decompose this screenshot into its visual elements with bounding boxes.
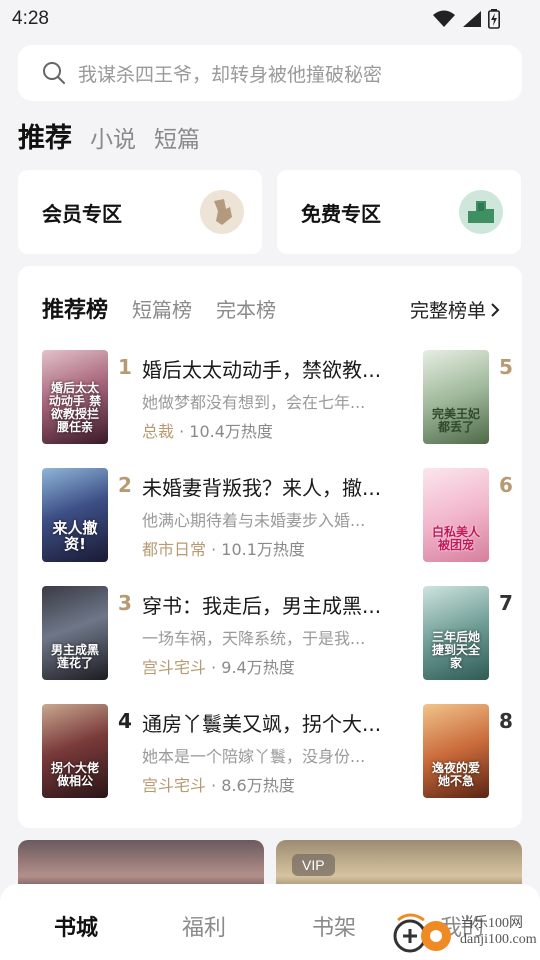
tab-recommend[interactable]: 推荐 [18,116,72,155]
book-cover-title: 婚后太太动动手 禁欲教授拦腰任亲 [48,381,102,434]
book-tag[interactable]: 总裁 [142,422,174,441]
chevron-right-icon [491,302,500,317]
free-zone-card[interactable]: 免费专区 [277,170,521,254]
search-bar[interactable]: 我谋杀四王爷，却转身被他撞破秘密 [18,45,522,101]
book-tag[interactable]: 都市日常 [142,540,206,559]
book-heat: 10.1万热度 [221,540,305,559]
book-item[interactable]: 婚后太太动动手 禁欲教授拦腰任亲 1 婚后太太动动手，禁欲教... 她做梦都没有… [42,350,422,446]
status-time: 4:28 [12,8,49,29]
book-meta: 都市日常 · 10.1万热度 [142,540,305,559]
rank-tab-finished[interactable]: 完本榜 [216,294,276,323]
book-cover-title: 完美王妃都丢了 [431,407,480,434]
book-rank: 2 [118,473,132,497]
book-cover-title: 拐个大佬做相公 [50,761,99,788]
book-cover[interactable]: 逸夜的爱她不急 [423,704,489,798]
book-cover[interactable]: 男主成黑莲花了 [42,586,108,680]
book-item[interactable]: 拐个大佬做相公 4 通房丫鬟美又飒，拐个大... 她本是一个陪嫁丫鬟，没身份..… [42,704,422,800]
watermark: 当乐100网 danji100.com [390,912,540,956]
tab-novel[interactable]: 小说 [90,120,136,154]
battery-icon [488,9,500,29]
book-title: 未婚妻背叛我？来人，撤... [142,476,382,500]
free-zone-label: 免费专区 [301,201,381,226]
book-tag[interactable]: 宫斗宅斗 [142,776,206,795]
book-rank: 4 [118,709,132,733]
book-heat: 9.4万热度 [221,658,295,677]
book-cover-title: 男主成黑莲花了 [50,643,99,670]
book-meta: 宫斗宅斗 · 8.6万热度 [142,776,295,795]
search-input[interactable]: 我谋杀四王爷，却转身被他撞破秘密 [78,60,382,87]
member-icon [200,190,244,234]
book-meta: 宫斗宅斗 · 9.4万热度 [142,658,295,677]
book-item[interactable]: 男主成黑莲花了 3 穿书：我走后，男主成黑... 一场车祸，天降系统，于是我..… [42,586,422,682]
book-cover-title: 逸夜的爱她不急 [431,761,480,788]
watermark-logo-icon [393,913,451,953]
book-heat: 8.6万热度 [221,776,295,795]
member-zone-label: 会员专区 [42,201,122,226]
book-rank: 8 [499,709,513,733]
book-title: 婚后太太动动手，禁欲教... [142,358,382,382]
ranking-card: 推荐榜 短篇榜 完本榜 完整榜单 婚后太太动动手 禁欲教授拦腰任亲 1 婚后太太… [18,266,522,828]
free-icon [459,190,503,234]
book-cover[interactable]: 婚后太太动动手 禁欲教授拦腰任亲 [42,350,108,444]
book-cover-title: 白私美人被团宠 [431,525,480,552]
book-cover-title: 三年后她捷到天全家 [431,630,480,670]
signal-icon [463,11,481,27]
book-meta: 总裁 · 10.4万热度 [142,422,273,441]
book-rank: 5 [499,355,513,379]
book-rank: 3 [118,591,132,615]
rank-tab-recommend[interactable]: 推荐榜 [42,292,108,324]
book-rank: 7 [499,591,513,615]
full-list-label: 完整榜单 [409,300,486,322]
top-tabs: 推荐 小说 短篇 [18,116,200,155]
book-item[interactable]: 来人撤资! 2 未婚妻背叛我？来人，撤... 他满心期待着与未婚妻步入婚... … [42,468,422,564]
book-rank: 6 [499,473,513,497]
vip-badge: VIP [292,854,335,876]
status-icons [432,9,500,29]
nav-bookstore[interactable]: 书城 [54,910,98,942]
nav-bookshelf[interactable]: 书架 [312,910,356,942]
tab-short[interactable]: 短篇 [154,120,200,154]
watermark-text: 当乐100网 danji100.com [460,916,537,948]
book-desc: 她本是一个陪嫁丫鬟，没身份... [142,747,366,766]
book-cover[interactable]: 来人撤资! [42,468,108,562]
wifi-icon [433,10,455,27]
book-title: 穿书：我走后，男主成黑... [142,594,382,618]
book-desc: 一场车祸，天降系统，于是我... [142,629,366,648]
book-title: 通房丫鬟美又飒，拐个大... [142,712,382,736]
search-icon [43,62,65,84]
status-bar: 4:28 [0,0,540,36]
book-desc: 他满心期待着与未婚妻步入婚... [142,511,366,530]
full-list-link[interactable]: 完整榜单 [410,296,500,323]
watermark-line2: danji100.com [460,932,537,947]
book-heat: 10.4万热度 [189,422,273,441]
member-zone-card[interactable]: 会员专区 [18,170,262,254]
nav-welfare[interactable]: 福利 [182,910,226,942]
watermark-line1: 当乐100网 [460,916,523,931]
book-cover[interactable]: 白私美人被团宠 [423,468,489,562]
book-cover[interactable]: 三年后她捷到天全家 [423,586,489,680]
book-desc: 她做梦都没有想到，会在七年... [142,393,366,412]
book-rank: 1 [118,355,132,379]
book-cover-title: 来人撤资! [52,519,98,553]
rank-tab-short[interactable]: 短篇榜 [132,294,192,323]
book-cover[interactable]: 拐个大佬做相公 [42,704,108,798]
book-tag[interactable]: 宫斗宅斗 [142,658,206,677]
book-cover[interactable]: 完美王妃都丢了 [423,350,489,444]
rank-tabs: 推荐榜 短篇榜 完本榜 [42,292,276,324]
